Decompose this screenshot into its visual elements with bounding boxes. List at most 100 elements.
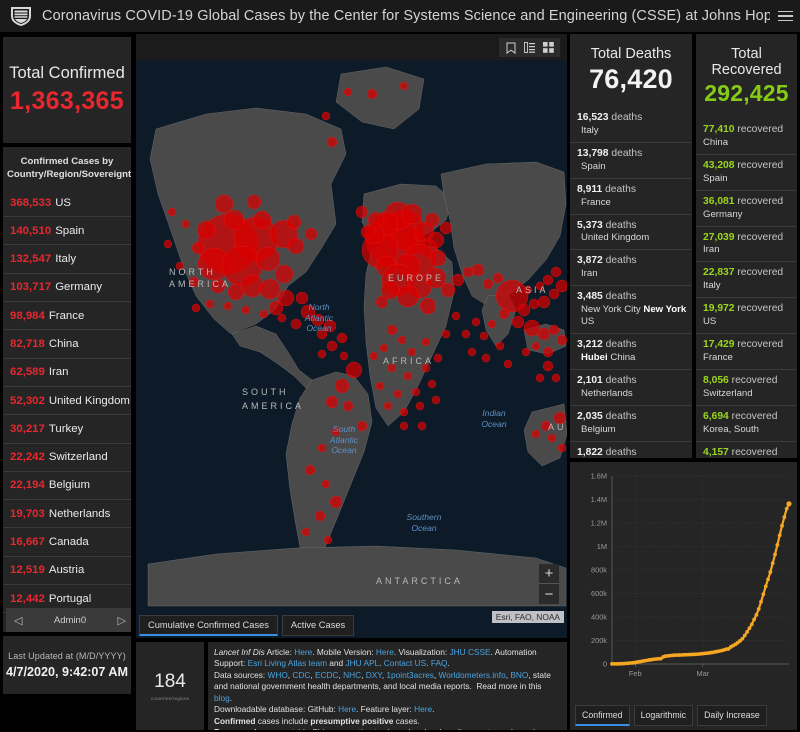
death-row[interactable]: 3,212 deathsHubei China xyxy=(570,334,692,370)
recovered-row[interactable]: 6,694 recoveredKorea, South xyxy=(696,406,797,442)
footer-notes[interactable]: Lancet Inf Dis Article: Here. Mobile Ver… xyxy=(208,642,567,730)
recovered-row[interactable]: 22,837 recoveredItaly xyxy=(696,262,797,298)
chart-data-point[interactable] xyxy=(743,634,747,638)
chart-data-point[interactable] xyxy=(754,613,758,617)
chart-data-point[interactable] xyxy=(764,584,768,588)
recovered-count: 77,410 xyxy=(703,124,735,135)
confirmed-case-row[interactable]: 22,242Switzerland xyxy=(3,444,131,472)
death-row[interactable]: 3,872 deathsIran xyxy=(570,250,692,286)
chart-data-point[interactable] xyxy=(757,607,761,611)
chart-data-point[interactable] xyxy=(741,637,745,641)
chart-data-point[interactable] xyxy=(768,570,772,574)
confirmed-case-row[interactable]: 368,533US xyxy=(3,189,131,217)
chart-data-point[interactable] xyxy=(785,507,789,511)
confirmed-case-row[interactable]: 103,717Germany xyxy=(3,274,131,302)
chart-data-point[interactable] xyxy=(773,553,777,557)
chart-tab-confirmed[interactable]: Confirmed xyxy=(575,705,630,726)
confirmed-case-count: 52,302 xyxy=(10,395,45,407)
zoom-out-button[interactable]: − xyxy=(539,584,559,604)
death-row[interactable]: 2,101 deathsNetherlands xyxy=(570,370,692,406)
death-count-line: 8,911 deaths xyxy=(577,184,692,197)
confirmed-case-row[interactable]: 12,519Austria xyxy=(3,557,131,585)
chart-data-point[interactable] xyxy=(750,622,754,626)
chart-data-point[interactable] xyxy=(786,501,791,506)
chart-data-point[interactable] xyxy=(761,592,765,596)
countries-count-value: 184 xyxy=(154,671,186,693)
confirmed-case-row[interactable]: 19,703Netherlands xyxy=(3,500,131,528)
map-tools[interactable] xyxy=(499,38,560,57)
confirmed-case-row[interactable]: 140,510Spain xyxy=(3,217,131,245)
confirmed-case-row[interactable]: 30,217Turkey xyxy=(3,415,131,443)
chart-x-tick: Mar xyxy=(696,669,709,678)
chart-tab-bar[interactable]: ConfirmedLogarithmicDaily Increase xyxy=(575,705,767,726)
admin-level-selector[interactable]: ◁ Admin0 ▷ xyxy=(6,608,131,632)
recovered-count: 4,157 xyxy=(703,447,729,458)
chart-data-point[interactable] xyxy=(771,561,775,565)
death-row[interactable]: 13,798 deathsSpain xyxy=(570,143,692,179)
confirmed-case-row[interactable]: 62,589Iran xyxy=(3,359,131,387)
chart-data-point[interactable] xyxy=(778,533,782,537)
recovered-row[interactable]: 17,429 recoveredFrance xyxy=(696,334,797,370)
map-tab-1[interactable]: Active Cases xyxy=(282,615,354,636)
death-row[interactable]: 5,373 deathsUnited Kingdom xyxy=(570,215,692,251)
death-row[interactable]: 16,523 deathsItaly xyxy=(570,107,692,143)
chart-y-tick: 0 xyxy=(603,660,607,669)
recovered-count: 36,081 xyxy=(703,196,735,207)
confirmed-cases-list[interactable]: 368,533US140,510Spain132,547Italy103,717… xyxy=(3,189,131,632)
confirmed-case-row[interactable]: 22,194Belgium xyxy=(3,472,131,500)
confirmed-case-row[interactable]: 98,984France xyxy=(3,302,131,330)
confirmed-case-row[interactable]: 52,302United Kingdom xyxy=(3,387,131,415)
death-row[interactable]: 8,911 deathsFrance xyxy=(570,179,692,215)
chevron-right-icon[interactable]: ▷ xyxy=(118,614,126,627)
bookmark-icon[interactable] xyxy=(502,39,519,56)
hamburger-menu-icon[interactable] xyxy=(770,0,800,33)
recovered-row[interactable]: 27,039 recoveredIran xyxy=(696,227,797,263)
last-updated-panel: Last Updated at (M/D/YYYY) 4/7/2020, 9:4… xyxy=(3,636,131,694)
map-tab-bar[interactable]: Cumulative Confirmed CasesActive Cases xyxy=(139,615,354,636)
basemap-grid-icon[interactable] xyxy=(540,39,557,56)
chart-tab-logarithmic[interactable]: Logarithmic xyxy=(634,705,693,726)
recovered-unit: recovered xyxy=(737,339,783,350)
confirmed-case-row[interactable]: 16,667Canada xyxy=(3,528,131,556)
recovered-row[interactable]: 4,157 recoveredBelgium xyxy=(696,442,797,458)
chart-data-point[interactable] xyxy=(745,630,749,634)
cumulative-cases-chart[interactable]: 0200k400k600k800k1M1.2M1.4M1.6MFebMar xyxy=(570,466,797,694)
recovered-by-location-list[interactable]: 77,410 recoveredChina43,208 recoveredSpa… xyxy=(696,119,797,458)
confirmed-case-count: 103,717 xyxy=(10,281,51,293)
map-zoom-controls[interactable]: + − xyxy=(539,564,559,604)
deaths-by-location-list[interactable]: 16,523 deathsItaly13,798 deathsSpain8,91… xyxy=(570,107,692,458)
world-map[interactable]: NORTHAMERICASOUTHAMERICAEUROPEAFRICAASIA… xyxy=(136,34,567,638)
recovered-row[interactable]: 8,056 recoveredSwitzerland xyxy=(696,370,797,406)
confirmed-case-row[interactable]: 132,547Italy xyxy=(3,245,131,273)
map-tab-0[interactable]: Cumulative Confirmed Cases xyxy=(139,615,278,636)
recovered-count: 8,056 xyxy=(703,375,729,386)
chart-data-point[interactable] xyxy=(782,515,786,519)
chart-data-point[interactable] xyxy=(748,626,752,630)
death-row[interactable]: 2,035 deathsBelgium xyxy=(570,406,692,442)
chart-data-point[interactable] xyxy=(766,577,770,581)
recovered-row[interactable]: 19,972 recoveredUS xyxy=(696,298,797,334)
legend-icon[interactable] xyxy=(521,39,538,56)
death-row[interactable]: 3,485 deathsNew York City New York US xyxy=(570,286,692,334)
chart-tab-daily-increase[interactable]: Daily Increase xyxy=(697,705,767,726)
death-count: 3,212 xyxy=(577,339,603,350)
chart-data-point[interactable] xyxy=(780,524,784,528)
death-count-line: 3,485 deaths xyxy=(577,291,692,304)
recovered-count-line: 22,837 recovered xyxy=(703,267,797,280)
recovered-row[interactable]: 36,081 recoveredGermany xyxy=(696,191,797,227)
death-count-line: 13,798 deaths xyxy=(577,148,692,161)
recovered-count: 27,039 xyxy=(703,232,735,243)
chevron-left-icon[interactable]: ◁ xyxy=(14,614,22,627)
death-location: Belgium xyxy=(577,424,692,436)
chart-data-point[interactable] xyxy=(775,543,779,547)
confirmed-case-count: 22,242 xyxy=(10,451,45,463)
map-canvas[interactable] xyxy=(136,34,567,638)
recovered-row[interactable]: 77,410 recoveredChina xyxy=(696,119,797,155)
death-row[interactable]: 1,822 deathsGermany xyxy=(570,442,692,458)
confirmed-case-row[interactable]: 82,718China xyxy=(3,330,131,358)
chart-data-point[interactable] xyxy=(752,618,756,622)
recovered-row[interactable]: 43,208 recoveredSpain xyxy=(696,155,797,191)
zoom-in-button[interactable]: + xyxy=(539,564,559,584)
confirmed-case-country: Italy xyxy=(55,253,76,265)
chart-data-point[interactable] xyxy=(759,600,763,604)
